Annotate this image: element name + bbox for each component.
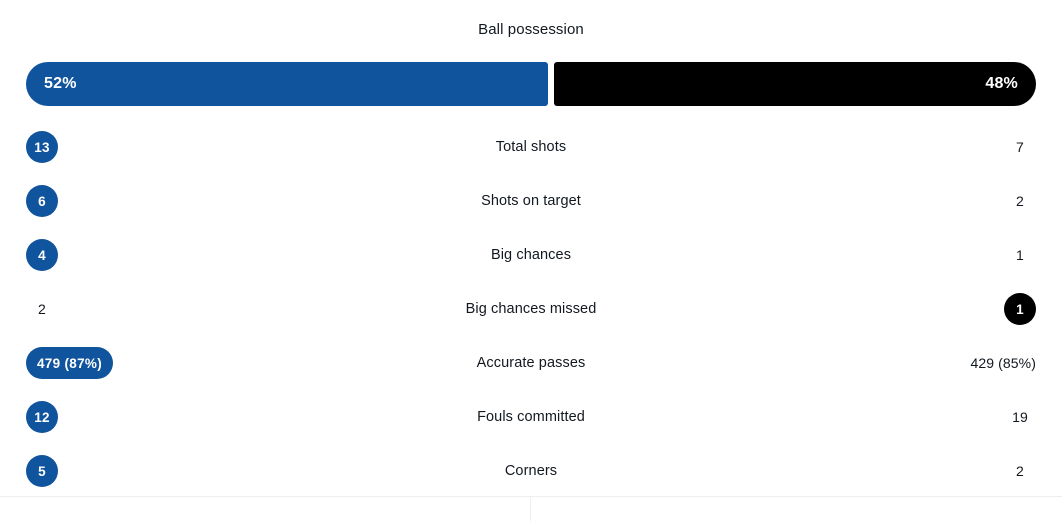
stat-away-value: 1 bbox=[1004, 293, 1036, 325]
match-statistics-panel: Ball possession 52% 48% 13 Total shots 7 6 S… bbox=[0, 0, 1062, 521]
bottom-divider-vertical bbox=[530, 496, 531, 521]
possession-away-segment: 48% bbox=[554, 62, 1036, 106]
stat-away-value: 429 (85%) bbox=[970, 354, 1036, 371]
stat-home-value: 2 bbox=[38, 300, 46, 317]
stat-home-side: 4 bbox=[0, 239, 290, 271]
stat-row: 13 Total shots 7 bbox=[0, 120, 1062, 174]
stat-home-value: 4 bbox=[26, 239, 58, 271]
stat-home-value: 5 bbox=[26, 455, 58, 487]
stat-home-side: 6 bbox=[0, 185, 290, 217]
stat-away-value: 7 bbox=[1016, 138, 1024, 155]
stat-row: 4 Big chances 1 bbox=[0, 228, 1062, 282]
possession-away-value: 48% bbox=[985, 75, 1018, 92]
stat-home-value: 13 bbox=[26, 131, 58, 163]
bottom-divider-horizontal bbox=[0, 496, 1062, 497]
stat-away-side: 2 bbox=[772, 193, 1062, 210]
possession-title: Ball possession bbox=[478, 21, 584, 38]
stat-home-value: 6 bbox=[26, 185, 58, 217]
stat-home-value: 479 (87%) bbox=[26, 347, 113, 379]
stat-away-side: 7 bbox=[772, 139, 1062, 156]
stat-row: 2 Big chances missed 1 bbox=[0, 282, 1062, 336]
stat-away-value: 2 bbox=[1016, 462, 1024, 479]
statistics-rows: 13 Total shots 7 6 Shots on target 2 4 Big chan… bbox=[0, 120, 1062, 498]
stat-row: 5 Corners 2 bbox=[0, 444, 1062, 498]
stat-away-side: 19 bbox=[772, 409, 1062, 426]
stat-home-value: 12 bbox=[26, 401, 58, 433]
stat-away-value: 19 bbox=[1012, 408, 1028, 425]
stat-home-side: 2 bbox=[0, 301, 290, 318]
stat-away-value: 1 bbox=[1016, 246, 1024, 263]
stat-home-side: 5 bbox=[0, 455, 290, 487]
stat-row: 6 Shots on target 2 bbox=[0, 174, 1062, 228]
stat-away-side: 2 bbox=[772, 463, 1062, 480]
stat-away-side: 429 (85%) bbox=[772, 355, 1062, 372]
stat-home-side: 479 (87%) bbox=[0, 347, 290, 379]
stat-away-side: 1 bbox=[772, 247, 1062, 264]
possession-bar: 52% 48% bbox=[26, 62, 1036, 106]
stat-home-side: 13 bbox=[0, 131, 290, 163]
stat-away-value: 2 bbox=[1016, 192, 1024, 209]
possession-home-segment: 52% bbox=[26, 62, 549, 106]
stat-away-side: 1 bbox=[772, 293, 1062, 325]
stat-home-side: 12 bbox=[0, 401, 290, 433]
stat-row: 479 (87%) Accurate passes 429 (85%) bbox=[0, 336, 1062, 390]
possession-home-value: 52% bbox=[44, 75, 77, 92]
stat-row: 12 Fouls committed 19 bbox=[0, 390, 1062, 444]
